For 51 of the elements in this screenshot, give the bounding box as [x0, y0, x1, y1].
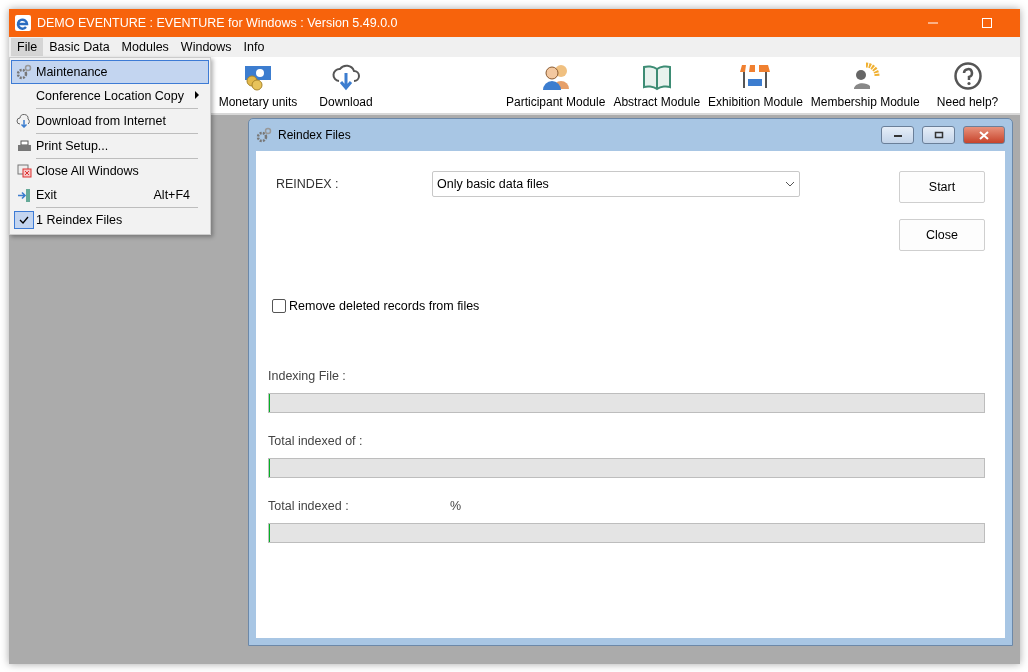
toolbar-button[interactable]: Need help? — [923, 61, 1012, 109]
reindex-label: REINDEX : — [275, 176, 340, 191]
maximize-icon[interactable] — [982, 18, 992, 28]
toolbar-button[interactable]: Abstract Module — [609, 63, 705, 109]
toolbar-button[interactable]: Exhibition Module — [704, 61, 807, 109]
menu-entry[interactable]: Conference Location Copy — [11, 84, 209, 108]
menu-item[interactable]: Modules — [115, 38, 175, 56]
dialog-button[interactable]: Close — [899, 219, 985, 251]
checkbox-label: Remove deleted records from files — [289, 299, 480, 313]
shortcut-text: Alt+F4 — [153, 188, 190, 202]
gears-icon — [256, 127, 272, 143]
toolbar-button[interactable]: Membership Module — [806, 61, 924, 109]
reindex-dropdown[interactable]: Only basic data files — [432, 171, 800, 197]
window-title: DEMO EVENTURE : EVENTURE for Windows : Version 5.49.0.0 — [37, 16, 399, 30]
menu-item[interactable]: Windows — [174, 38, 238, 56]
menu-item[interactable]: Info — [237, 38, 271, 56]
toolbar-button[interactable]: Participant Module — [502, 61, 610, 109]
dialog-title: Reindex Files — [278, 128, 352, 142]
cloud-download-icon — [16, 114, 32, 128]
toolbar-button[interactable]: Download — [302, 61, 390, 109]
close-windows-icon — [16, 164, 32, 178]
exit-icon — [16, 187, 32, 203]
checkbox[interactable] — [272, 299, 286, 313]
restore-icon — [933, 131, 944, 139]
menu-entry[interactable]: Maintenance — [11, 60, 209, 84]
menu-entry[interactable]: Exit Alt+F4 — [11, 183, 209, 207]
menu-entry[interactable]: Print Setup... — [11, 134, 209, 158]
app-logo-icon — [15, 15, 31, 31]
menu-entry[interactable]: Close All Windows — [11, 159, 209, 183]
percent-sign: % — [450, 499, 463, 513]
printer-icon — [16, 139, 32, 153]
open-book-icon — [640, 63, 673, 91]
progress-label: Total indexed : — [268, 499, 350, 513]
menu-entry[interactable]: 1 Reindex Files — [11, 208, 209, 232]
close-button[interactable] — [963, 126, 1005, 144]
banknote-coins-icon — [243, 63, 273, 91]
close-icon — [979, 130, 989, 140]
menu-item[interactable]: Basic Data — [43, 38, 116, 56]
gears-icon — [16, 64, 32, 80]
help-icon — [952, 61, 983, 91]
restore-button[interactable] — [922, 126, 955, 144]
toolbar-button[interactable]: Monetary units — [214, 63, 302, 109]
submenu-arrow-icon — [195, 91, 200, 99]
menu-item[interactable]: File — [11, 38, 44, 56]
progress-label: Indexing File : — [268, 369, 346, 383]
minimize-button[interactable] — [881, 126, 914, 144]
progress-label: Total indexed of : — [268, 434, 363, 448]
chevron-down-icon — [785, 181, 795, 187]
menu-entry[interactable]: Download from Internet — [11, 109, 209, 133]
minimize-icon — [892, 132, 903, 138]
dialog-button[interactable]: Start — [899, 171, 985, 203]
